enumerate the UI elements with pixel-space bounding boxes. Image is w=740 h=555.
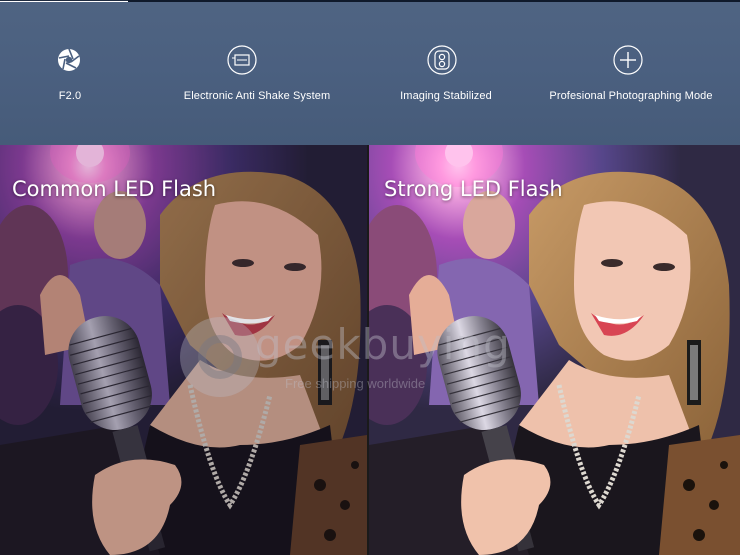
- anti-shake-icon: [225, 43, 259, 77]
- singer-photo-common: [0, 145, 367, 555]
- singer-photo-strong: [369, 145, 740, 555]
- aperture-icon: [52, 43, 86, 77]
- feature-banner: F2.0 Electronic Anti Shake System Imagin…: [0, 2, 740, 145]
- photo-strong-flash: Strong LED Flash: [369, 145, 740, 555]
- photo-common-flash: Common LED Flash: [0, 145, 367, 555]
- common-flash-title: Common LED Flash: [12, 177, 217, 201]
- feature-label: Electronic Anti Shake System: [183, 90, 331, 102]
- feature-label: Imaging Stabilized: [400, 90, 492, 102]
- feature-anti-shake: Electronic Anti Shake System: [170, 2, 330, 145]
- feature-pro-mode: Profesional Photographing Mode: [545, 2, 725, 145]
- top-border: [0, 0, 740, 2]
- feature-aperture: F2.0: [0, 2, 140, 145]
- strong-flash-title: Strong LED Flash: [384, 177, 563, 201]
- plus-circle-icon: [611, 43, 645, 77]
- feature-label: F2.0: [58, 90, 82, 102]
- feature-stabilized: Imaging Stabilized: [395, 2, 505, 145]
- feature-label: Profesional Photographing Mode: [549, 90, 713, 102]
- stabilizer-icon: [425, 43, 459, 77]
